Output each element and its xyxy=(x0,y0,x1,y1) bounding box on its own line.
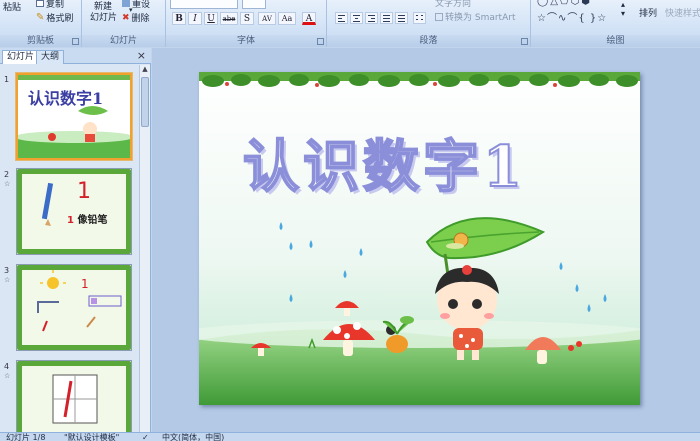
align-left-button[interactable] xyxy=(335,12,348,24)
slide-number: 1 xyxy=(4,75,10,84)
smartart-icon xyxy=(435,12,443,21)
animation-icon: ☆ xyxy=(4,372,11,380)
slide-thumbnail-2[interactable]: 1 1 像铅笔 xyxy=(16,168,132,255)
font-color-button[interactable]: A xyxy=(302,12,316,25)
animation-icon: ☆ xyxy=(4,180,11,188)
slide-number: 2 xyxy=(4,170,10,179)
reset-label: 重设 xyxy=(132,0,151,10)
font-dialog-launcher[interactable] xyxy=(317,38,324,45)
thumb-4-art xyxy=(52,374,98,424)
slide-thumbnail-3[interactable]: 1 xyxy=(16,264,132,351)
close-icon[interactable]: × xyxy=(137,49,146,62)
thumb-2-caption: 1 像铅笔 xyxy=(67,211,107,226)
copy-button[interactable]: 复制 xyxy=(36,0,64,10)
ribbon: 粘贴 复制 ✎ 格式刷 剪贴板 新建 幻灯片 ▾ 重设 ✖ 删除 幻灯片 B I… xyxy=(0,0,700,47)
tab-slides[interactable]: 幻灯片 xyxy=(2,50,40,64)
text-direction-label: 文字方向 xyxy=(435,0,472,9)
align-right-button[interactable] xyxy=(365,12,378,24)
thumb-2-digit: 1 xyxy=(77,179,91,204)
distribute-button[interactable] xyxy=(395,12,408,24)
slide-thumbnail-1[interactable]: 认识数字1 xyxy=(16,73,132,160)
justify-button[interactable] xyxy=(380,12,393,24)
copy-icon xyxy=(36,0,44,7)
paste-label: 粘贴 xyxy=(3,3,22,13)
scroll-up-icon[interactable]: ▲ xyxy=(140,65,150,75)
shapes-scroll-button[interactable]: ▴ ▾ xyxy=(621,0,625,18)
clipboard-dialog-launcher[interactable] xyxy=(72,38,79,45)
format-painter-icon: ✎ xyxy=(36,12,45,23)
current-slide[interactable]: 认识数字1 xyxy=(199,72,640,405)
font-group-label: 字体 xyxy=(166,35,326,47)
slide-thumbnail-4[interactable] xyxy=(16,360,132,432)
arrange-button[interactable]: 排列 xyxy=(639,6,657,19)
clipboard-group: 粘贴 复制 ✎ 格式刷 剪贴板 xyxy=(0,0,82,47)
scroll-thumb[interactable] xyxy=(141,77,149,127)
slide-title[interactable]: 认识数字1 xyxy=(242,122,526,203)
status-bar: 幻灯片 1/8 "默认设计模板" ✓ 中文(简体，中国) xyxy=(0,432,700,441)
slides-pane: 幻灯片 大纲 × 1 认识数字1 2 ☆ 1 1 像铅笔 3 ☆ 1 4 ☆ ▲ xyxy=(0,48,151,432)
format-painter-label: 格式刷 xyxy=(46,14,74,24)
convert-smartart-label: 转换为 SmartArt xyxy=(445,13,516,23)
drawing-group-label: 绘图 xyxy=(531,35,700,47)
delete-slide-button[interactable]: ✖ 删除 xyxy=(122,11,150,25)
new-slide-button[interactable]: 新建 幻灯片 xyxy=(90,2,117,24)
delete-icon: ✖ xyxy=(122,12,130,23)
new-slide-label-2: 幻灯片 xyxy=(90,13,118,23)
thumb-3-art xyxy=(37,270,122,332)
quick-styles-button[interactable]: 快速样式 xyxy=(665,6,700,19)
new-slide-label: 新建 xyxy=(94,2,113,12)
pane-tabs: 幻灯片 大纲 × xyxy=(0,48,151,64)
shadow-button[interactable]: S xyxy=(240,12,254,25)
thumb-2-caption-text: 像铅笔 xyxy=(77,215,108,226)
slide-thumbnails: 1 认识数字1 2 ☆ 1 1 像铅笔 3 ☆ 1 4 ☆ xyxy=(0,65,140,432)
powerpoint-window: 粘贴 复制 ✎ 格式刷 剪贴板 新建 幻灯片 ▾ 重设 ✖ 删除 幻灯片 B I… xyxy=(0,0,700,441)
underline-button[interactable]: U xyxy=(204,12,218,25)
language[interactable]: 中文(简体，中国) xyxy=(162,433,224,441)
align-center-button[interactable] xyxy=(350,12,363,24)
paragraph-dialog-launcher[interactable] xyxy=(521,38,528,45)
pane-scrollbar[interactable]: ▲ xyxy=(139,65,150,432)
paragraph-group: 文字方向 转换为 SmartArt 段落 xyxy=(327,0,531,47)
strikethrough-button[interactable]: abe xyxy=(220,12,238,25)
slides-group-label: 幻灯片 xyxy=(82,35,165,47)
font-group: B I U abe S AV Aa A 字体 xyxy=(166,0,327,47)
convert-smartart-button[interactable]: 转换为 SmartArt xyxy=(435,10,515,23)
format-painter-button[interactable]: ✎ 格式刷 xyxy=(36,11,73,24)
tab-outline[interactable]: 大纲 xyxy=(36,50,65,64)
reset-button[interactable]: 重设 xyxy=(122,0,150,10)
quick-styles-label: 快速样式 xyxy=(665,9,700,19)
slide-number: 4 xyxy=(4,362,10,371)
drawing-group: ◯△⬠⬡⬢ ☆⌒∿⌒{ }☆ ▴ ▾ 排列 快速样式 绘图 xyxy=(531,0,700,47)
reset-icon xyxy=(122,0,130,7)
paste-button[interactable]: 粘贴 xyxy=(3,0,21,13)
slide-number: 3 xyxy=(4,266,10,275)
slide-editing-area: 认识数字1 xyxy=(152,48,700,432)
columns-button[interactable] xyxy=(413,12,426,24)
shapes-gallery-row-2[interactable]: ☆⌒∿⌒{ }☆ xyxy=(537,9,607,24)
char-spacing-button[interactable]: AV xyxy=(258,12,276,25)
slides-group: 新建 幻灯片 ▾ 重设 ✖ 删除 幻灯片 xyxy=(82,0,166,47)
delete-label: 删除 xyxy=(131,14,150,24)
font-name-box[interactable] xyxy=(170,0,238,9)
paragraph-group-label: 段落 xyxy=(327,35,530,47)
shapes-gallery-row-1[interactable]: ◯△⬠⬡⬢ xyxy=(537,0,592,7)
change-case-button[interactable]: Aa xyxy=(278,12,296,25)
template-name[interactable]: "默认设计模板" xyxy=(64,433,119,441)
text-direction-button[interactable]: 文字方向 xyxy=(435,0,471,9)
thumb-1-title: 认识数字1 xyxy=(28,89,104,108)
clipboard-group-label: 剪贴板 xyxy=(0,35,81,47)
spellcheck-icon[interactable]: ✓ xyxy=(142,433,149,441)
italic-button[interactable]: I xyxy=(188,12,202,25)
arrange-label: 排列 xyxy=(639,9,658,19)
font-size-box[interactable] xyxy=(242,0,266,9)
slide-count: 幻灯片 1/8 xyxy=(6,433,46,441)
animation-icon: ☆ xyxy=(4,276,11,284)
thumb-3-digit: 1 xyxy=(81,277,89,291)
thumb-2-caption-num: 1 xyxy=(67,215,74,226)
copy-label: 复制 xyxy=(46,0,65,10)
bold-button[interactable]: B xyxy=(172,12,186,25)
